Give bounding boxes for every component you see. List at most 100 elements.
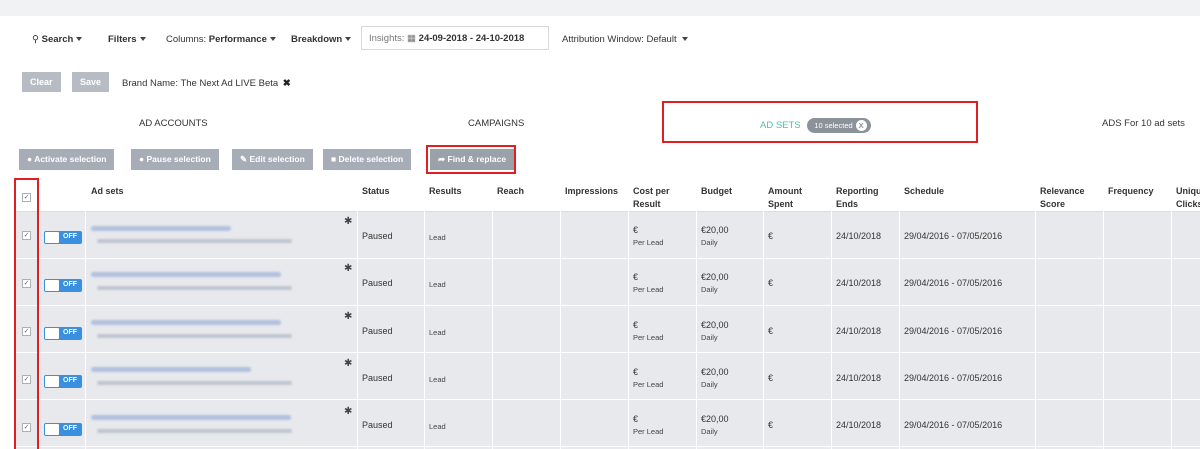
row-cost: €	[633, 272, 639, 282]
ad-set-campaign	[97, 286, 292, 290]
row-amount-spent: €	[768, 326, 774, 336]
table-row[interactable]	[14, 353, 1200, 400]
activate-selection-button[interactable]: ● Activate selection	[19, 149, 115, 170]
ad-set-campaign	[97, 334, 292, 338]
table-row[interactable]	[14, 306, 1200, 353]
table-row[interactable]	[14, 400, 1200, 447]
row-budget-unit: Daily	[701, 333, 718, 342]
col-results[interactable]: Results	[429, 185, 462, 198]
col-frequency[interactable]: Frequency	[1108, 185, 1154, 198]
col-reporting-ends[interactable]: Reporting Ends	[836, 185, 879, 211]
row-status-toggle[interactable]: OFF	[44, 231, 82, 244]
row-budget-unit: Daily	[701, 427, 718, 436]
row-budget-unit: Daily	[701, 238, 718, 247]
col-cost-per-result[interactable]: Cost per Result	[633, 185, 670, 211]
row-budget-unit: Daily	[701, 285, 718, 294]
row-budget-unit: Daily	[701, 380, 718, 389]
row-cost-unit: Per Lead	[633, 238, 664, 247]
pause-selection-button[interactable]: ● Pause selection	[131, 149, 219, 170]
gear-icon[interactable]: ✱	[344, 358, 352, 369]
row-reporting-ends: 24/10/2018	[836, 326, 882, 336]
ad-set-name[interactable]	[91, 415, 291, 420]
trash-icon: ■	[331, 154, 337, 164]
remove-filter-icon[interactable]: ✖	[283, 78, 291, 89]
tab-campaigns[interactable]: CAMPAIGNS	[468, 118, 524, 129]
row-status-toggle[interactable]: OFF	[44, 423, 82, 436]
attribution-window-menu[interactable]: Attribution Window: Default	[562, 34, 689, 45]
row-cost-unit: Per Lead	[633, 427, 664, 436]
row-results: Lead	[429, 233, 446, 242]
row-cost-unit: Per Lead	[633, 285, 664, 294]
row-status: Paused	[362, 278, 393, 288]
col-reach[interactable]: Reach	[497, 185, 524, 198]
row-budget: €20,00	[701, 225, 729, 235]
row-results: Lead	[429, 375, 446, 384]
col-amount-spent[interactable]: Amount Spent	[768, 185, 802, 211]
highlight-ad-sets	[662, 101, 978, 143]
gear-icon[interactable]: ✱	[344, 263, 352, 274]
tab-ads[interactable]: ADS For 10 ad sets	[1102, 118, 1185, 129]
row-reporting-ends: 24/10/2018	[836, 278, 882, 288]
table-row[interactable]	[14, 259, 1200, 306]
col-impressions[interactable]: Impressions	[565, 185, 618, 198]
row-schedule: 29/04/2016 - 07/05/2016	[904, 278, 1003, 288]
row-status: Paused	[362, 326, 393, 336]
row-results: Lead	[429, 422, 446, 431]
save-button[interactable]: Save	[72, 72, 110, 92]
row-schedule: 29/04/2016 - 07/05/2016	[904, 231, 1003, 241]
col-budget[interactable]: Budget	[701, 185, 732, 198]
col-ad-sets[interactable]: Ad sets	[91, 185, 124, 198]
highlight-find-replace	[426, 145, 516, 174]
tab-ad-accounts[interactable]: AD ACCOUNTS	[139, 118, 208, 129]
ad-set-campaign	[97, 381, 292, 385]
row-budget: €20,00	[701, 272, 729, 282]
edit-selection-button[interactable]: ✎ Edit selection	[232, 149, 313, 170]
search-icon: ⚲	[32, 34, 39, 45]
row-results: Lead	[429, 328, 446, 337]
col-status[interactable]: Status	[362, 185, 390, 198]
pause-icon: ●	[139, 154, 145, 164]
ad-set-name[interactable]	[91, 226, 231, 231]
delete-selection-button[interactable]: ■ Delete selection	[323, 149, 412, 170]
gear-icon[interactable]: ✱	[344, 311, 352, 322]
ad-set-name[interactable]	[91, 367, 251, 372]
row-status: Paused	[362, 231, 393, 241]
row-status: Paused	[362, 420, 393, 430]
row-amount-spent: €	[768, 420, 774, 430]
ad-set-name[interactable]	[91, 272, 281, 277]
columns-menu[interactable]: Columns: Performance	[166, 34, 276, 45]
row-status-toggle[interactable]: OFF	[44, 327, 82, 340]
row-status-toggle[interactable]: OFF	[44, 375, 82, 388]
chevron-down-icon	[682, 37, 689, 42]
search-menu[interactable]: ⚲ Search	[32, 34, 83, 45]
row-results: Lead	[429, 280, 446, 289]
gear-icon[interactable]: ✱	[344, 216, 352, 227]
gear-icon[interactable]: ✱	[344, 406, 352, 417]
ad-set-name[interactable]	[91, 320, 281, 325]
col-relevance-score[interactable]: Relevance Score	[1040, 185, 1085, 211]
row-cost: €	[633, 414, 639, 424]
play-icon: ●	[27, 154, 33, 164]
table-row[interactable]	[14, 212, 1200, 259]
brand-filter-chip: Brand Name: The Next Ad LIVE Beta ✖	[122, 78, 291, 89]
row-reporting-ends: 24/10/2018	[836, 231, 882, 241]
row-status-toggle[interactable]: OFF	[44, 279, 82, 292]
insights-date-range[interactable]: Insights: ▦ 24-09-2018 - 24-10-2018	[361, 26, 549, 50]
clear-button[interactable]: Clear	[22, 72, 61, 92]
row-schedule: 29/04/2016 - 07/05/2016	[904, 420, 1003, 430]
row-cost-unit: Per Lead	[633, 380, 664, 389]
filters-menu[interactable]: Filters	[108, 34, 146, 45]
breakdown-menu[interactable]: Breakdown	[291, 34, 352, 45]
row-amount-spent: €	[768, 373, 774, 383]
row-budget: €20,00	[701, 320, 729, 330]
col-schedule[interactable]: Schedule	[904, 185, 944, 198]
row-budget: €20,00	[701, 414, 729, 424]
row-cost-unit: Per Lead	[633, 333, 664, 342]
chevron-down-icon	[139, 37, 146, 42]
row-budget: €20,00	[701, 367, 729, 377]
col-unique-clicks[interactable]: Uniqu Clicks	[1176, 185, 1200, 211]
row-schedule: 29/04/2016 - 07/05/2016	[904, 326, 1003, 336]
ad-set-campaign	[97, 239, 292, 243]
calendar-icon: ▦	[407, 33, 417, 44]
row-reporting-ends: 24/10/2018	[836, 420, 882, 430]
